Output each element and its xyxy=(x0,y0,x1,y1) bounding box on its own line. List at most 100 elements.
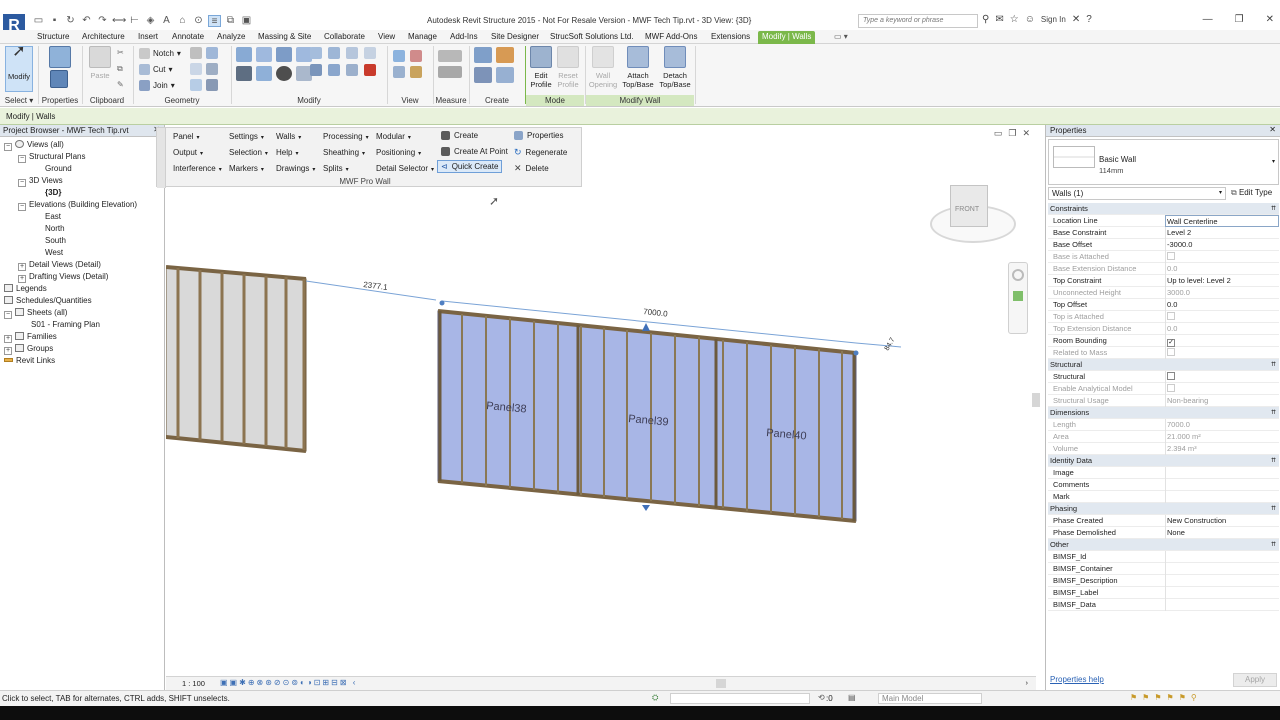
split-gap-icon[interactable] xyxy=(328,47,340,59)
prop-mark[interactable]: Mark xyxy=(1048,491,1279,503)
tab-massing-site[interactable]: Massing & Site xyxy=(258,31,311,44)
binoculars-icon[interactable]: ⚲ xyxy=(982,14,989,25)
type-properties-button[interactable] xyxy=(46,70,72,91)
mwf-menu-processing[interactable]: Processing ▾ xyxy=(323,132,369,141)
detach-top-base-button[interactable]: Detach Top/Base xyxy=(657,46,693,89)
mwf-regenerate-button[interactable]: ↻ Regenerate xyxy=(514,147,567,158)
mwf-create-button[interactable]: Create xyxy=(441,131,478,140)
join-button[interactable]: Join ▾ xyxy=(139,80,175,91)
tree-elevations[interactable]: − Elevations (Building Elevation) xyxy=(18,199,137,211)
drag-handle-end[interactable] xyxy=(853,350,859,356)
tree-schedules[interactable]: Schedules/Quantities xyxy=(4,295,92,306)
viewcube-front-label[interactable]: FRONT xyxy=(955,206,979,213)
horizontal-scroll-thumb[interactable] xyxy=(716,679,726,688)
tab-structure[interactable]: Structure xyxy=(37,31,69,44)
mwf-menu-modular[interactable]: Modular ▾ xyxy=(376,132,411,141)
3d-view-icon[interactable]: ⌂ xyxy=(176,15,189,27)
exchange-icon[interactable]: ✕ xyxy=(1072,14,1080,25)
mwf-menu-interference[interactable]: Interference ▾ xyxy=(173,164,222,173)
tree-structural-plans[interactable]: − Structural Plans xyxy=(18,151,85,163)
mirror-axis-icon[interactable] xyxy=(276,47,292,62)
tab-site-designer[interactable]: Site Designer xyxy=(491,31,539,44)
ribbon-minimize-icon[interactable]: ▭ ▾ xyxy=(834,31,848,44)
tab-collaborate[interactable]: Collaborate xyxy=(324,31,365,44)
demolish-icon[interactable] xyxy=(206,63,218,75)
tree-sheet-s01[interactable]: S01 - Framing Plan xyxy=(31,319,100,330)
tab-strucsoft[interactable]: StrucSoft Solutions Ltd. xyxy=(550,31,634,44)
notch-button[interactable]: Notch ▾ xyxy=(139,48,181,59)
flip-control-top[interactable] xyxy=(642,323,650,331)
sync-icon[interactable]: ↻ xyxy=(64,15,77,27)
star-icon[interactable]: ☆ xyxy=(1010,14,1019,25)
align-icon[interactable] xyxy=(236,47,252,62)
measure-icon[interactable]: ⟷ xyxy=(112,15,126,27)
prop-bimsf-container[interactable]: BIMSF_Container xyxy=(1048,563,1279,575)
properties-help-link[interactable]: Properties help xyxy=(1050,675,1104,684)
selection-filter-icons[interactable]: ⚑⚑⚑⚑⚑⚲ xyxy=(1130,693,1202,702)
minimize-icon[interactable]: — xyxy=(1203,14,1213,25)
category-phasing[interactable]: Phasing ⇈ xyxy=(1048,503,1279,515)
tree-drafting-views[interactable]: + Drafting Views (Detail) xyxy=(18,271,108,283)
room-bounding-checkbox[interactable]: ✓ xyxy=(1167,339,1175,347)
tree-legends[interactable]: Legends xyxy=(4,283,47,294)
tab-insert[interactable]: Insert xyxy=(138,31,158,44)
zoom-icon[interactable] xyxy=(1013,291,1023,301)
wall-opening-button[interactable]: Wall Opening xyxy=(587,46,619,89)
mwf-menu-walls[interactable]: Walls ▾ xyxy=(276,132,301,141)
category-structural[interactable]: Structural ⇈ xyxy=(1048,359,1279,371)
tree-north[interactable]: North xyxy=(45,223,65,234)
thin-lines-icon[interactable]: ≡ xyxy=(208,15,221,27)
save-icon[interactable]: ▪ xyxy=(48,15,61,27)
dimension-gap[interactable]: 2377.1 xyxy=(305,280,437,301)
override-icon[interactable] xyxy=(410,50,422,62)
close-hidden-icon[interactable]: ⧉ xyxy=(224,15,237,27)
chevron-down-icon[interactable]: ▾ xyxy=(1272,158,1275,165)
close-icon[interactable]: ✕ xyxy=(1269,125,1276,134)
copy-icon[interactable]: ⧉ xyxy=(117,64,123,74)
tab-modify-walls[interactable]: Modify | Walls xyxy=(758,31,816,44)
split-icon[interactable] xyxy=(310,47,322,59)
array-icon[interactable] xyxy=(364,47,376,59)
tree-south[interactable]: South xyxy=(45,235,66,246)
create-group-icon[interactable] xyxy=(474,67,492,83)
model-canvas[interactable]: 2377.1 Panel38 Panel39 Panel40 7000.0 84… xyxy=(166,125,1042,685)
paint-brush-icon[interactable] xyxy=(410,66,422,78)
editable-only-icon[interactable]: ⟲ xyxy=(818,693,825,702)
prop-bimsf-label[interactable]: BIMSF_Label xyxy=(1048,587,1279,599)
tab-analyze[interactable]: Analyze xyxy=(217,31,245,44)
prop-comments[interactable]: Comments xyxy=(1048,479,1279,491)
attach-top-base-button[interactable]: Attach Top/Base xyxy=(621,46,655,89)
prop-base-constraint[interactable]: Base Constraint Level 2 xyxy=(1048,227,1279,239)
tab-architecture[interactable]: Architecture xyxy=(82,31,125,44)
prop-bimsf-data[interactable]: BIMSF_Data xyxy=(1048,599,1279,611)
paste-button[interactable]: Paste xyxy=(88,46,112,80)
category-identity-data[interactable]: Identity Data ⇈ xyxy=(1048,455,1279,467)
group-select[interactable]: Select ▾ xyxy=(0,95,38,106)
linework-icon[interactable] xyxy=(393,66,405,78)
tab-view[interactable]: View xyxy=(378,31,395,44)
edit-profile-button[interactable]: Edit Profile xyxy=(528,46,554,89)
type-selector[interactable]: Basic Wall 114mm ▾ xyxy=(1048,139,1279,185)
mwf-menu-panel[interactable]: Panel ▾ xyxy=(173,132,199,141)
mwf-menu-sheathing[interactable]: Sheathing ▾ xyxy=(323,148,365,157)
design-option-dropdown[interactable]: Main Model xyxy=(878,693,982,704)
tree-east[interactable]: East xyxy=(45,211,61,222)
measure-icon-tool[interactable] xyxy=(438,50,462,62)
mwf-quick-create-button[interactable]: ⊲ Quick Create xyxy=(437,160,503,173)
prop-base-offset[interactable]: Base Offset -3000.0 xyxy=(1048,239,1279,251)
tab-extensions[interactable]: Extensions xyxy=(711,31,750,44)
prop-image[interactable]: Image xyxy=(1048,467,1279,479)
mwf-properties-button[interactable]: Properties xyxy=(514,131,563,140)
view-scale[interactable]: 1 : 100 xyxy=(182,679,205,688)
mwf-menu-selection[interactable]: Selection ▾ xyxy=(229,148,268,157)
wall-joins-icon[interactable] xyxy=(206,47,218,59)
tab-annotate[interactable]: Annotate xyxy=(172,31,204,44)
category-constraints[interactable]: Constraints ⇈ xyxy=(1048,203,1279,215)
tree-views-all[interactable]: − Views (all) xyxy=(4,139,64,151)
tree-ground[interactable]: Ground xyxy=(45,163,72,174)
3d-viewport[interactable]: ▭ ❐ ✕ 2377.1 Panel38 Panel39 Panel40 700… xyxy=(166,125,1042,690)
undo-icon[interactable]: ↶ xyxy=(80,15,93,27)
dimension-icon[interactable]: ⊢ xyxy=(128,15,141,27)
instance-filter-dropdown[interactable]: Walls (1) ▾ xyxy=(1048,187,1226,200)
user-icon[interactable]: ☺ xyxy=(1025,14,1035,25)
